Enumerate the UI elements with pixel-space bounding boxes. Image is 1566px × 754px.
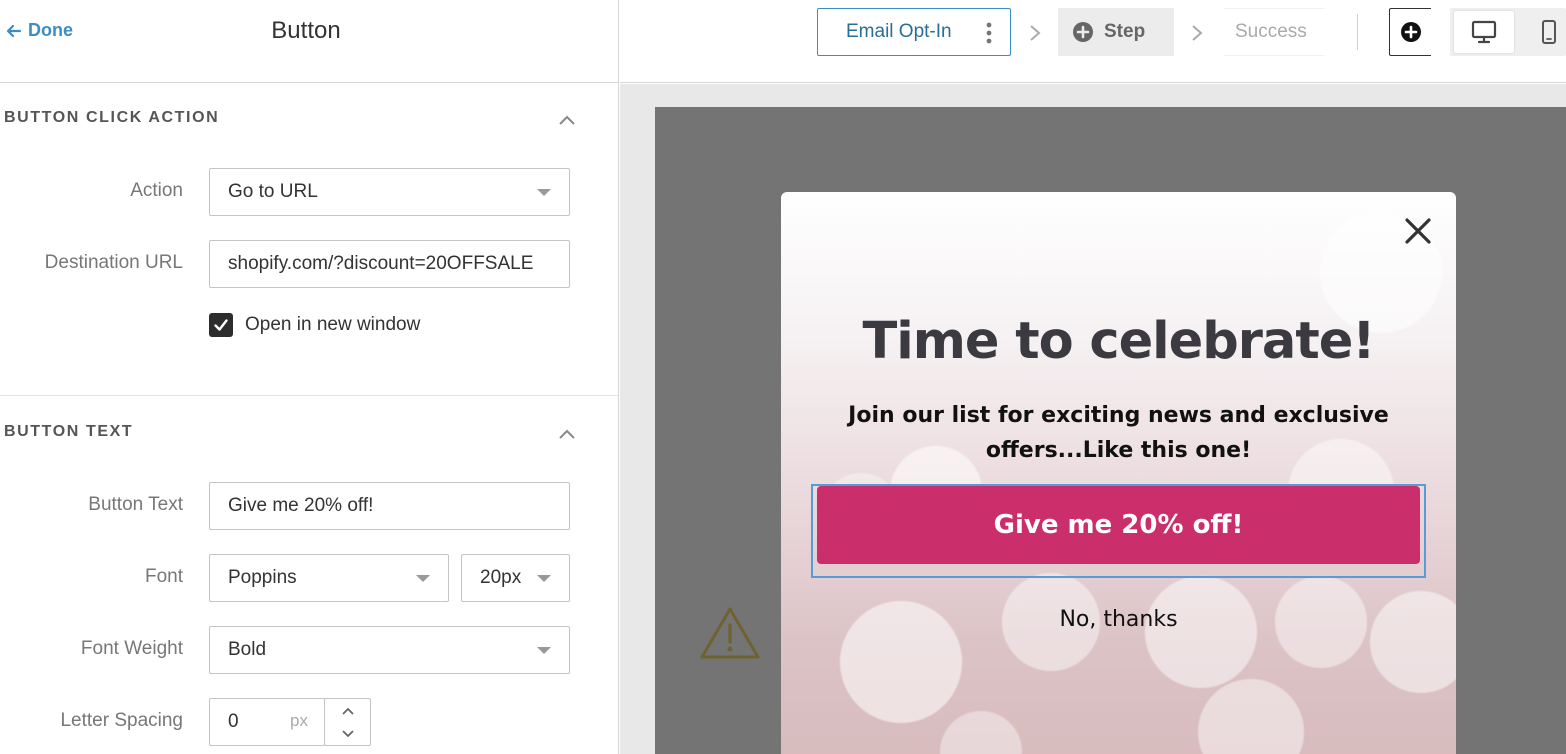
checkmark-icon bbox=[214, 319, 228, 331]
font-size-value: 20px bbox=[480, 567, 522, 588]
font-family-value: Poppins bbox=[228, 567, 297, 588]
action-value: Go to URL bbox=[228, 181, 318, 202]
stepper-increment[interactable] bbox=[325, 699, 370, 722]
font-size-select[interactable]: 20px bbox=[461, 554, 570, 602]
popup-preview: Time to celebrate! Join our list for exc… bbox=[781, 192, 1456, 754]
panel-header: Done Button bbox=[0, 0, 618, 83]
panel-title: Button bbox=[271, 17, 341, 44]
button-text-input[interactable] bbox=[209, 482, 570, 530]
desktop-icon bbox=[1471, 20, 1497, 44]
section-divider bbox=[0, 395, 618, 396]
font-weight-value: Bold bbox=[228, 639, 267, 660]
mobile-view-button[interactable] bbox=[1532, 14, 1566, 50]
chevron-right-icon bbox=[1192, 25, 1203, 41]
add-element-button[interactable] bbox=[1389, 8, 1431, 56]
letter-spacing-stepper bbox=[324, 698, 371, 746]
step-success[interactable]: Success bbox=[1224, 8, 1324, 56]
action-label: Action bbox=[130, 180, 183, 201]
popup-subtitle: Join our list for exciting news and excl… bbox=[848, 403, 1389, 463]
letter-spacing-label: Letter Spacing bbox=[60, 710, 183, 731]
close-icon[interactable] bbox=[1404, 217, 1432, 245]
decline-link[interactable]: No, thanks bbox=[781, 607, 1456, 632]
desktop-view-button[interactable] bbox=[1454, 11, 1514, 53]
warning-icon[interactable] bbox=[699, 605, 761, 661]
caret-down-icon bbox=[416, 575, 430, 582]
step-label: Email Opt-In bbox=[846, 21, 952, 42]
chevron-up-icon[interactable] bbox=[557, 427, 577, 441]
destination-url-label: Destination URL bbox=[44, 252, 183, 273]
font-family-select[interactable]: Poppins bbox=[209, 554, 449, 602]
caret-down-icon bbox=[537, 575, 551, 582]
button-text-label: Button Text bbox=[88, 494, 183, 515]
settings-panel: Done Button BUTTON CLICK ACTION Action G… bbox=[0, 0, 619, 754]
section-title-click-action: BUTTON CLICK ACTION bbox=[4, 109, 220, 126]
cta-button[interactable]: Give me 20% off! bbox=[817, 486, 1420, 564]
caret-down-icon bbox=[537, 647, 551, 654]
letter-spacing-unit: px bbox=[290, 711, 308, 730]
more-vertical-icon[interactable] bbox=[986, 22, 992, 44]
step-label: Success bbox=[1235, 21, 1307, 42]
caret-down-icon bbox=[537, 189, 551, 196]
mobile-icon bbox=[1542, 20, 1556, 44]
popup-title: Time to celebrate! bbox=[862, 312, 1375, 371]
step-add[interactable]: Step bbox=[1058, 8, 1174, 56]
chevron-up-icon bbox=[341, 707, 354, 715]
open-new-window-label: Open in new window bbox=[245, 314, 421, 335]
font-label: Font bbox=[144, 566, 183, 587]
plus-circle-icon bbox=[1400, 22, 1421, 42]
open-new-window-checkbox[interactable] bbox=[209, 313, 233, 337]
step-email-opt-in[interactable]: Email Opt-In bbox=[817, 8, 1011, 56]
step-label: Step bbox=[1104, 21, 1146, 42]
stepper-decrement[interactable] bbox=[325, 722, 370, 745]
chevron-down-icon bbox=[341, 729, 354, 737]
plus-circle-icon bbox=[1073, 22, 1093, 42]
toolbar-separator bbox=[1357, 14, 1358, 50]
chevron-right-icon bbox=[1030, 25, 1041, 41]
chevron-up-icon[interactable] bbox=[557, 113, 577, 127]
font-weight-label: Font Weight bbox=[80, 638, 183, 659]
destination-url-input[interactable] bbox=[209, 240, 570, 288]
font-weight-select[interactable]: Bold bbox=[209, 626, 570, 674]
action-select[interactable]: Go to URL bbox=[209, 168, 570, 216]
section-title-button-text: BUTTON TEXT bbox=[4, 423, 134, 440]
